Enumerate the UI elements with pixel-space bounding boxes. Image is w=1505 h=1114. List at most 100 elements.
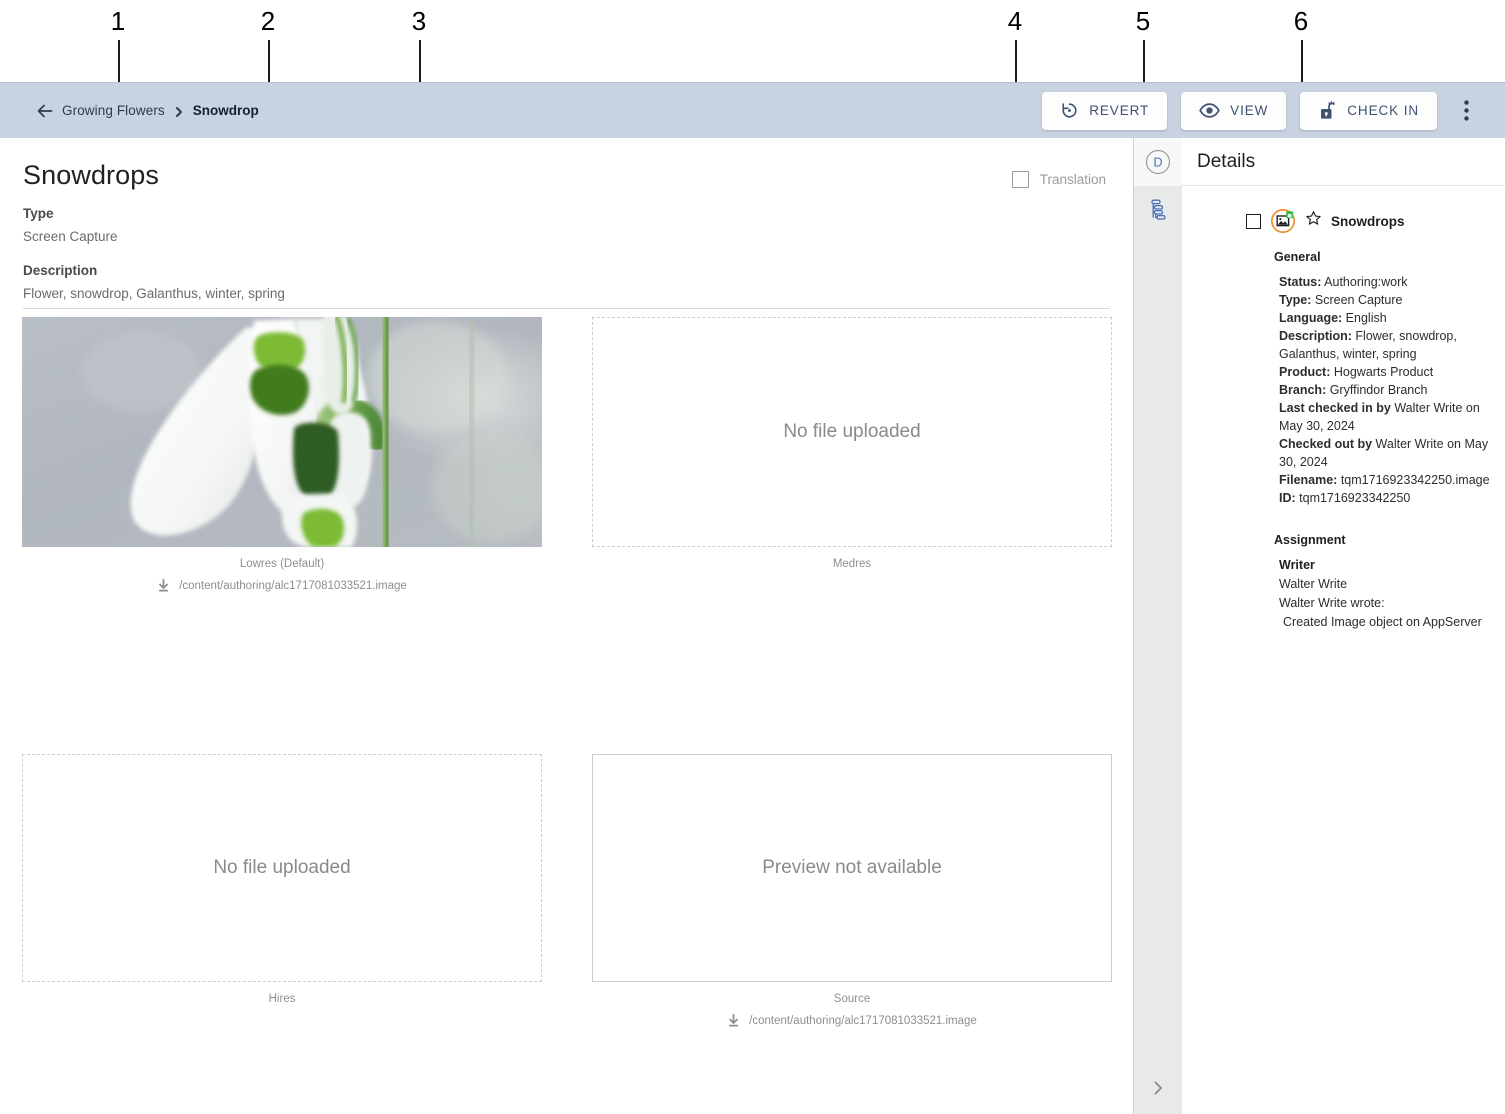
- content-divider: [23, 308, 1110, 309]
- callout-number-5: 5: [1135, 6, 1151, 36]
- view-button[interactable]: VIEW: [1181, 91, 1287, 130]
- toolbar-actions: REVERT VIEW CHECK IN: [1042, 91, 1483, 130]
- callout-number-2: 2: [260, 6, 276, 36]
- asset-cell-source: Preview not available Source/content/auth…: [592, 754, 1112, 1028]
- general-field-value: Gryffindor Branch: [1326, 383, 1428, 397]
- eye-icon: [1199, 101, 1220, 120]
- general-field-list: Status: Authoring:work Type: Screen Captu…: [1274, 273, 1491, 507]
- asset-file-link-lowres[interactable]: /content/authoring/alc1717081033521.imag…: [22, 579, 542, 593]
- breadcrumb-current: Snowdrop: [192, 103, 259, 118]
- asset-placeholder-text-source: Preview not available: [762, 857, 942, 878]
- general-field-row: Language: English: [1279, 309, 1491, 327]
- item-name: Snowdrops: [1331, 213, 1405, 229]
- details-panel-title: Details: [1197, 150, 1256, 172]
- callout-number-6: 6: [1293, 6, 1309, 36]
- kebab-menu-icon[interactable]: [1449, 92, 1483, 130]
- download-icon: [727, 1014, 740, 1028]
- asset-placeholder-text-medres: No file uploaded: [783, 421, 921, 442]
- general-field-value: Screen Capture: [1311, 293, 1403, 307]
- callout-number-4: 4: [1007, 6, 1023, 36]
- general-field-value: Authoring:work: [1321, 275, 1408, 289]
- details-body: Details Snowdrops General Status: Author…: [1182, 138, 1505, 1114]
- assignment-comment-author: Walter Write wrote:: [1279, 596, 1385, 610]
- description-field-label: Description: [23, 263, 98, 278]
- snowdrop-photo: [22, 317, 542, 547]
- general-field-row: Status: Authoring:work: [1279, 273, 1491, 291]
- general-field-row: Branch: Gryffindor Branch: [1279, 381, 1491, 399]
- general-field-key: Checked out by: [1279, 437, 1373, 451]
- asset-placeholder-text-hires: No file uploaded: [213, 857, 351, 878]
- asset-caption-medres: Medres: [832, 558, 872, 570]
- check-in-button-label: CHECK IN: [1347, 103, 1419, 118]
- view-button-label: VIEW: [1230, 103, 1269, 118]
- asset-placeholder-source[interactable]: Preview not available: [592, 754, 1112, 982]
- assignment-section-heading: Assignment: [1274, 533, 1346, 547]
- general-section-heading: General: [1274, 250, 1321, 264]
- general-field-key: Product:: [1279, 365, 1331, 379]
- translation-toggle-row: Translation: [1011, 171, 1106, 188]
- assignment-role: Writer: [1279, 558, 1315, 572]
- general-field-row: Filename: tqm1716923342250.image: [1279, 471, 1491, 489]
- item-select-checkbox[interactable]: [1246, 213, 1261, 229]
- general-field-value: tqm1716923342250.image: [1337, 473, 1490, 487]
- revert-button[interactable]: REVERT: [1042, 91, 1168, 130]
- asset-caption-hires: Hires: [268, 993, 296, 1005]
- chevron-right-icon: [173, 105, 185, 117]
- asset-placeholder-hires[interactable]: No file uploaded: [22, 754, 542, 982]
- unlock-icon: [1318, 100, 1337, 121]
- assignment-person: Walter Write: [1279, 577, 1348, 591]
- main-content-area: Snowdrops Type Screen Capture Descriptio…: [0, 138, 1133, 1114]
- general-field-value: English: [1342, 311, 1387, 325]
- general-field-key: ID:: [1279, 491, 1296, 505]
- general-field-row: ID: tqm1716923342250: [1279, 489, 1491, 507]
- breadcrumb-parent-link[interactable]: Growing Flowers: [62, 103, 165, 118]
- svg-text:D: D: [1153, 155, 1162, 169]
- general-field-row: Description: Flower, snowdrop, Galanthus…: [1279, 327, 1491, 363]
- details-item-row: Snowdrops: [1182, 186, 1505, 234]
- asset-cell-lowres: Lowres (Default) /content/authoring/alc17…: [22, 317, 542, 593]
- callout-number-1: 1: [110, 6, 126, 36]
- assignment-block: Writer Walter Write Walter Write wrote: …: [1274, 556, 1491, 632]
- general-field-row: Type: Screen Capture: [1279, 291, 1491, 309]
- revert-icon: [1060, 101, 1079, 120]
- page-title: Snowdrops: [23, 160, 159, 190]
- description-field-value: Flower, snowdrop, Galanthus, winter, spr…: [23, 286, 285, 301]
- translation-checkbox[interactable]: [1011, 171, 1029, 188]
- general-field-row: Last checked in by Walter Write on May 3…: [1279, 399, 1491, 435]
- asset-file-path-lowres: /content/authoring/alc1717081033521.imag…: [179, 580, 407, 592]
- asset-caption-lowres: Lowres (Default): [239, 558, 325, 570]
- check-in-button[interactable]: CHECK IN: [1300, 91, 1437, 130]
- workflow-tree-icon[interactable]: [1134, 186, 1182, 234]
- general-field-key: Filename:: [1279, 473, 1338, 487]
- rail-tab-details[interactable]: D: [1134, 138, 1182, 186]
- download-icon: [157, 579, 170, 593]
- details-rail: D: [1134, 138, 1182, 1114]
- arrow-left-icon[interactable]: [36, 102, 54, 120]
- details-sections: General Status: Authoring:work Type: Scre…: [1182, 234, 1505, 632]
- asset-file-link-source[interactable]: /content/authoring/alc1717081033521.imag…: [592, 1014, 1112, 1028]
- breadcrumb: Growing Flowers Snowdrop: [36, 102, 259, 120]
- panel-expand-button[interactable]: [1134, 1062, 1182, 1114]
- general-field-row: Product: Hogwarts Product: [1279, 363, 1491, 381]
- top-toolbar: Growing Flowers Snowdrop REVERT VIEW CHE…: [0, 82, 1505, 138]
- general-field-key: Language:: [1279, 311, 1343, 325]
- assignment-comment-body: Created Image object on AppServer: [1283, 615, 1482, 629]
- asset-caption-source: Source: [833, 993, 871, 1005]
- translation-label: Translation: [1039, 172, 1106, 187]
- general-field-value: Hogwarts Product: [1330, 365, 1434, 379]
- general-field-key: Branch:: [1279, 383, 1327, 397]
- asset-cell-medres: No file uploaded Medres: [592, 317, 1112, 570]
- general-field-key: Last checked in by: [1279, 401, 1391, 415]
- general-field-value: tqm1716923342250: [1295, 491, 1411, 505]
- general-field-key: Type:: [1279, 293, 1312, 307]
- type-field-value: Screen Capture: [23, 229, 118, 244]
- asset-placeholder-medres[interactable]: No file uploaded: [592, 317, 1112, 547]
- callout-number-3: 3: [411, 6, 427, 36]
- general-field-row: Checked out by Walter Write on May 30, 2…: [1279, 435, 1491, 471]
- star-outline-icon[interactable]: [1305, 210, 1322, 232]
- general-field-key: Status:: [1279, 275, 1322, 289]
- asset-preview-lowres[interactable]: [22, 317, 542, 547]
- asset-cell-hires: No file uploaded Hires: [22, 754, 542, 1005]
- general-field-key: Description:: [1279, 329, 1352, 343]
- asset-file-path-source: /content/authoring/alc1717081033521.imag…: [749, 1015, 977, 1027]
